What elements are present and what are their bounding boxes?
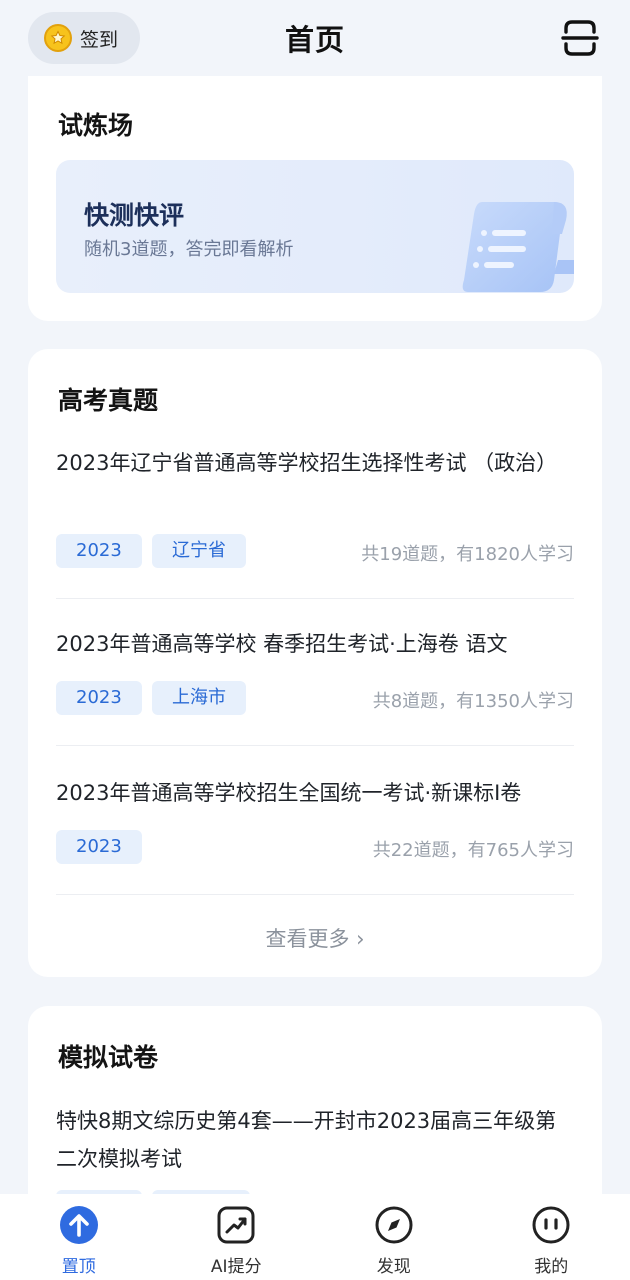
divider bbox=[56, 745, 574, 746]
mock-item-title[interactable]: 特快8期文综历史第4套——开封市2023届高三年级第二次模拟考试 bbox=[56, 1102, 576, 1178]
region-tag: 辽宁省 bbox=[152, 534, 246, 568]
divider bbox=[56, 598, 574, 599]
nav-label: AI提分 bbox=[210, 1257, 262, 1277]
scroll-illustration-icon bbox=[462, 202, 574, 292]
compass-icon bbox=[375, 1206, 413, 1244]
exams-title: 高考真题 bbox=[58, 386, 159, 415]
exam-stats: 共19道题，有1820人学习 bbox=[361, 544, 574, 565]
year-tag: 2023 bbox=[56, 830, 142, 864]
face-icon bbox=[532, 1206, 570, 1244]
exam-stats: 共22道题，有765人学习 bbox=[372, 840, 574, 861]
year-tag: 2023 bbox=[56, 681, 142, 715]
page-title: 首页 bbox=[284, 23, 345, 57]
practice-title: 试炼场 bbox=[58, 111, 134, 140]
exam-item-title[interactable]: 2023年辽宁省普通高等学校招生选择性考试 （政治） bbox=[56, 445, 576, 481]
nav-item-discover[interactable]: 发现 bbox=[315, 1194, 473, 1280]
divider bbox=[56, 894, 574, 895]
nav-label: 置顶 bbox=[61, 1257, 96, 1277]
exam-item-title[interactable]: 2023年普通高等学校 春季招生考试·上海卷 语文 bbox=[56, 626, 576, 662]
scan-icon[interactable] bbox=[560, 18, 600, 58]
gaokao-exams-card: 高考真题 2023年辽宁省普通高等学校招生选择性考试 （政治） 2023 辽宁省… bbox=[28, 349, 602, 977]
view-more-link[interactable]: 查看更多 › bbox=[28, 923, 602, 953]
quick-test-entry[interactable]: 快测快评 随机3道题，答完即看解析 bbox=[56, 160, 574, 293]
region-tag: 上海市 bbox=[152, 681, 246, 715]
exam-stats: 共8道题，有1350人学习 bbox=[372, 691, 574, 712]
coin-star-icon bbox=[44, 24, 72, 52]
quick-test-title: 快测快评 bbox=[84, 201, 185, 230]
chart-trend-icon bbox=[217, 1206, 255, 1244]
exam-item-title[interactable]: 2023年普通高等学校招生全国统一考试·新课标I卷 bbox=[56, 775, 576, 811]
bottom-nav: 置顶 AI提分 发现 我的 bbox=[0, 1194, 630, 1280]
checkin-button[interactable]: 签到 bbox=[28, 12, 140, 64]
nav-item-top[interactable]: 置顶 bbox=[0, 1194, 158, 1280]
arrow-up-icon bbox=[59, 1206, 98, 1244]
nav-item-mine[interactable]: 我的 bbox=[473, 1194, 630, 1280]
quick-test-subtitle: 随机3道题，答完即看解析 bbox=[84, 239, 294, 260]
nav-item-ai-score[interactable]: AI提分 bbox=[158, 1194, 316, 1280]
checkin-label: 签到 bbox=[80, 28, 119, 51]
practice-card: 试炼场 快测快评 随机3道题，答完即看解析 bbox=[28, 76, 602, 321]
nav-label: 发现 bbox=[376, 1257, 411, 1277]
nav-label: 我的 bbox=[534, 1257, 569, 1277]
top-bar: 签到 首页 bbox=[0, 0, 630, 76]
mock-title: 模拟试卷 bbox=[58, 1043, 159, 1072]
year-tag: 2023 bbox=[56, 534, 142, 568]
